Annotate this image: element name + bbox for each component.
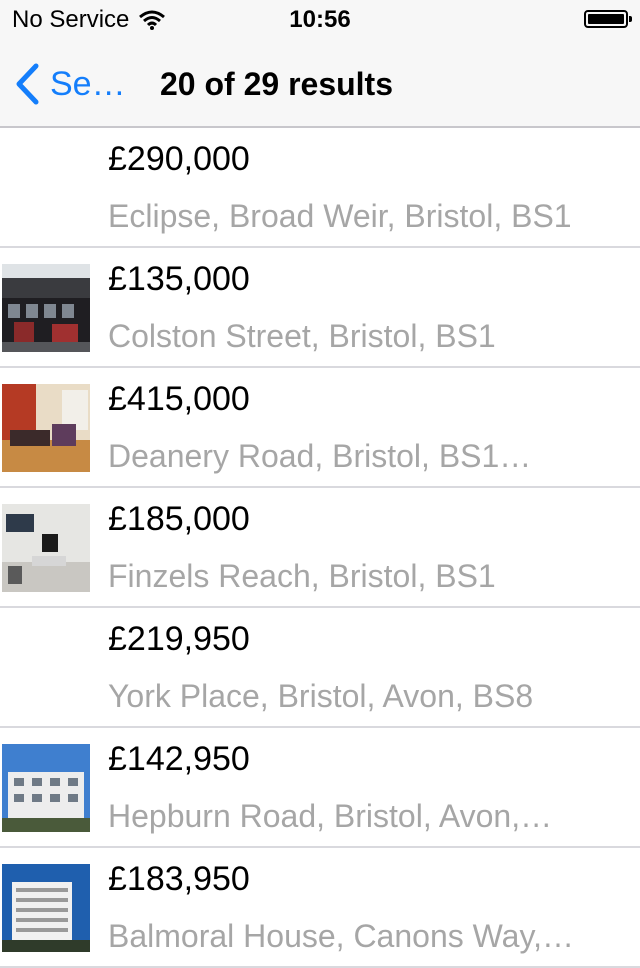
listing-thumbnail [2,504,90,592]
list-item[interactable]: £415,000 Deanery Road, Bristol, BS1… [0,368,640,488]
listing-address: Finzels Reach, Bristol, BS1 [108,558,496,594]
navigation-bar: Se… 20 of 29 results [0,40,640,128]
chevron-left-icon [16,63,39,105]
list-item[interactable]: £142,950 Hepburn Road, Bristol, Avon,… [0,728,640,848]
status-time: 10:56 [289,6,351,33]
battery-icon [584,10,632,28]
page-title: 20 of 29 results [160,66,393,102]
listing-address: York Place, Bristol, Avon, BS8 [108,678,534,714]
list-item[interactable]: £135,000 Colston Street, Bristol, BS1 [0,248,640,368]
status-bar: No Service 10:56 [0,0,640,40]
list-item[interactable]: £219,950 York Place, Bristol, Avon, BS8 [0,608,640,728]
back-button-label: Se… [50,64,126,103]
listing-thumbnail [2,384,90,472]
listing-address: Hepburn Road, Bristol, Avon,… [108,798,553,834]
listing-thumbnail [2,744,90,832]
listing-thumbnail [2,264,90,352]
back-button[interactable]: Se… [14,40,126,128]
listing-price: £219,950 [108,620,250,658]
listing-price: £290,000 [108,140,250,178]
listing-address: Colston Street, Bristol, BS1 [108,318,496,354]
listing-price: £142,950 [108,740,250,778]
listing-address: Balmoral House, Canons Way,… [108,918,574,954]
listing-thumbnail [2,864,90,952]
listing-price: £183,950 [108,860,250,898]
listing-price: £185,000 [108,500,250,538]
list-item[interactable]: £183,950 Balmoral House, Canons Way,… [0,848,640,968]
list-item[interactable]: £185,000 Finzels Reach, Bristol, BS1 [0,488,640,608]
list-item[interactable]: £290,000 Eclipse, Broad Weir, Bristol, B… [0,128,640,248]
listing-price: £415,000 [108,380,250,418]
listing-address: Deanery Road, Bristol, BS1… [108,438,532,474]
listing-address: Eclipse, Broad Weir, Bristol, BS1 [108,198,572,234]
results-list: £290,000 Eclipse, Broad Weir, Bristol, B… [0,128,640,968]
listing-price: £135,000 [108,260,250,298]
